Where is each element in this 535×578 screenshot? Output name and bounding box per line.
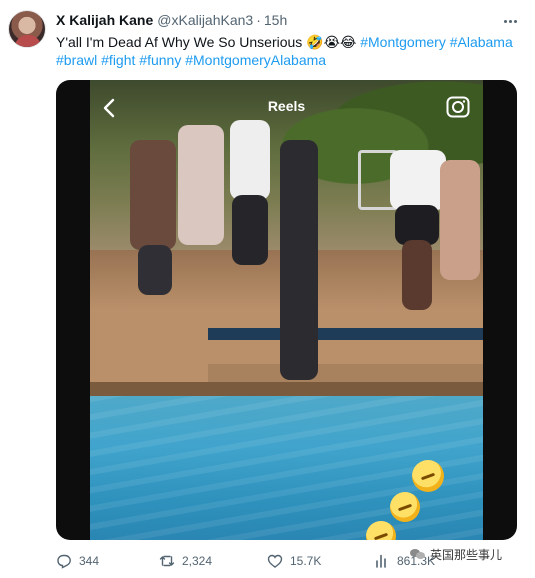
retweet-button[interactable]: 2,324: [159, 552, 212, 570]
author-name[interactable]: X Kalijah Kane: [56, 12, 153, 28]
tweet-text: Y'all I'm Dead Af Why We So Unserious 🤣😭…: [56, 33, 528, 69]
tweet-header: X Kalijah Kane @xKalijahKan3 · 15h: [56, 12, 287, 30]
hashtag-alabama[interactable]: #Alabama: [450, 34, 513, 50]
tweet[interactable]: X Kalijah Kane @xKalijahKan3 · 15h Y'all…: [0, 0, 535, 578]
person: [390, 150, 446, 210]
tweet-timestamp[interactable]: 15h: [264, 12, 287, 28]
watermark-text: 英国那些事儿: [430, 547, 503, 562]
pool-coping: [90, 382, 483, 396]
video-media[interactable]: Reels: [56, 80, 517, 540]
retweet-count: 2,324: [182, 554, 213, 568]
reply-button[interactable]: 344: [56, 552, 99, 570]
like-count: 15.7K: [290, 554, 322, 568]
like-button[interactable]: 15.7K: [267, 552, 321, 570]
person: [440, 160, 480, 280]
person: [138, 245, 172, 295]
person: [402, 240, 432, 310]
hashtag-brawl[interactable]: #brawl: [56, 52, 97, 68]
laughing-emoji-icon: [412, 460, 444, 492]
hashtag-fight[interactable]: #fight: [101, 52, 135, 68]
reply-count: 344: [79, 554, 100, 568]
person: [178, 125, 224, 245]
hashtag-funny[interactable]: #funny: [139, 52, 181, 68]
chevron-left-icon[interactable]: [102, 98, 116, 118]
author-handle[interactable]: @xKalijahKan3: [157, 12, 253, 28]
views-bar-chart-icon: [376, 554, 386, 568]
reply-icon: [57, 554, 71, 569]
retweet-icon: [159, 555, 175, 567]
person: [130, 140, 176, 250]
tweet-emojis: 🤣😭😂: [306, 34, 357, 50]
person: [280, 140, 318, 380]
person: [232, 195, 268, 265]
hashtag-montgomery[interactable]: #Montgomery: [360, 34, 446, 50]
person: [230, 120, 270, 200]
avatar[interactable]: [8, 10, 46, 48]
more-options-icon[interactable]: [499, 12, 521, 30]
laughing-emoji-icon: [390, 492, 420, 522]
wechat-icon: [410, 547, 426, 561]
camera-icon[interactable]: [446, 96, 470, 118]
heart-icon: [267, 554, 283, 568]
hashtag-montgomery-alabama[interactable]: #MontgomeryAlabama: [185, 52, 326, 68]
watermark: 英国那些事儿: [410, 544, 502, 564]
person: [395, 205, 439, 245]
pool-ledge: [208, 364, 483, 382]
tweet-text-plain: Y'all I'm Dead Af Why We So Unserious: [56, 34, 303, 50]
separator-dot: ·: [256, 12, 261, 28]
pool-tile-band: [208, 328, 483, 340]
